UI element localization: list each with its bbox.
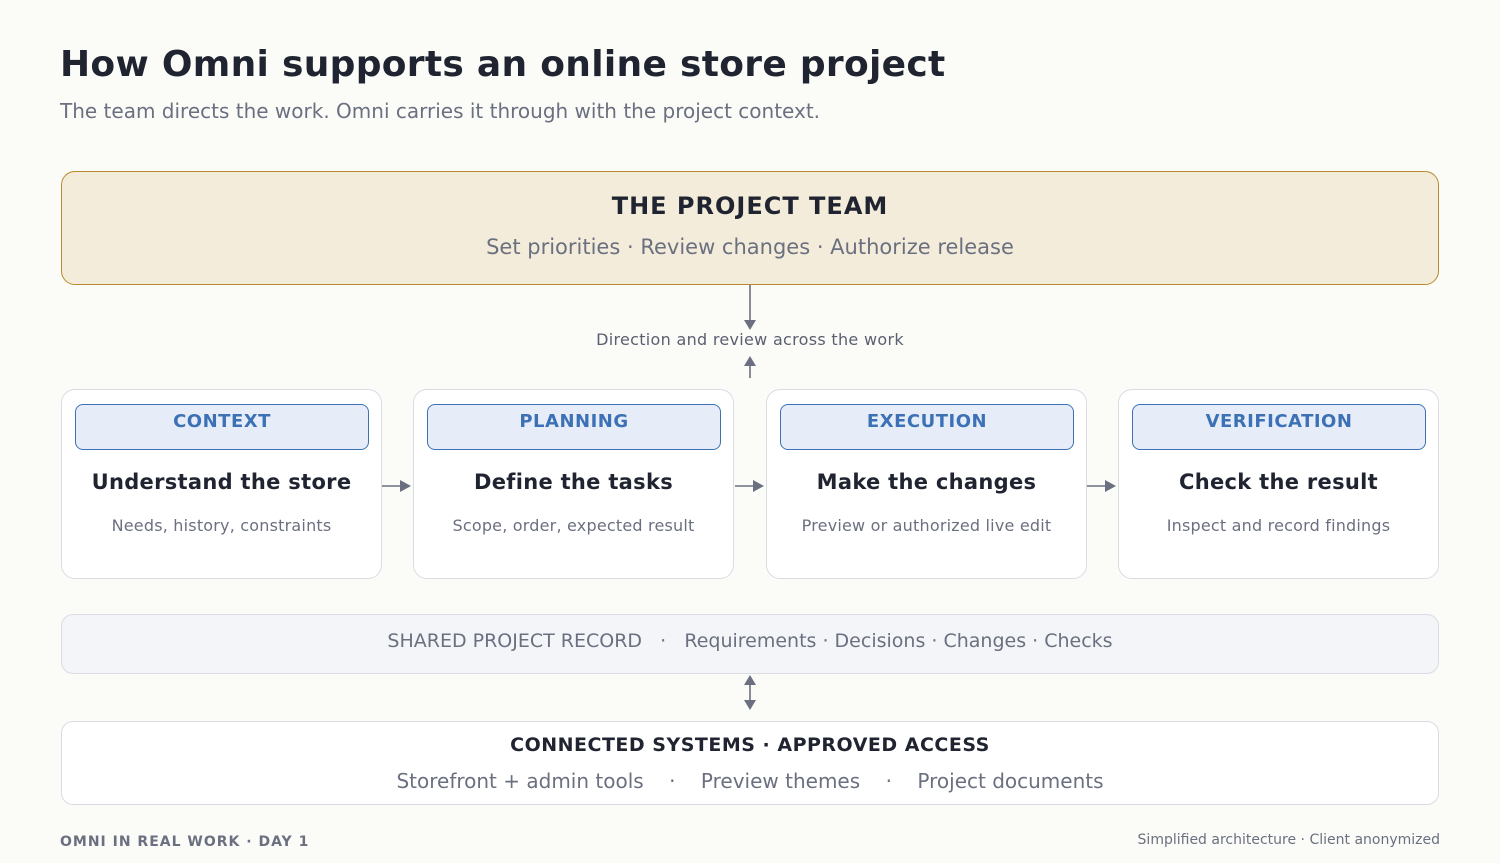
stage-tag-execution: EXECUTION [780,404,1074,450]
stage-tag-verification: VERIFICATION [1132,404,1426,450]
record-separator: · [660,630,667,652]
project-team-box: THE PROJECT TEAM Set priorities · Review… [61,171,1439,285]
stage-title-context: Understand the store [91,470,352,494]
project-team-responsibilities: Set priorities · Review changes · Author… [486,235,1014,259]
connected-systems-items: Storefront + admin tools · Preview theme… [62,769,1438,793]
project-team-title: THE PROJECT TEAM [611,192,889,220]
connected-systems-title: CONNECTED SYSTEMS · APPROVED ACCESS [510,734,990,756]
direction-label: Direction and review across the work [596,330,904,349]
diagram-page: How Omni supports an online store projec… [0,0,1500,863]
connected-systems-box: CONNECTED SYSTEMS · APPROVED ACCESS Stor… [61,721,1439,805]
footer-note: Simplified architecture · Client anonymi… [1137,832,1440,848]
stage-card-execution: EXECUTION Make the changes Preview or au… [766,389,1087,579]
stage-title-execution: Make the changes [816,470,1037,494]
team-down-arrow [744,285,756,330]
footer-series-label: OMNI IN REAL WORK · DAY 1 [60,834,310,850]
record-systems-bidirectional-arrow [744,675,756,710]
arrow-planning-to-execution [735,480,764,492]
page-title: How Omni supports an online store projec… [60,44,946,85]
stage-card-verification: VERIFICATION Check the result Inspect an… [1118,389,1439,579]
stage-card-context: CONTEXT Understand the store Needs, hist… [61,389,382,579]
arrow-execution-to-verification [1087,480,1116,492]
stage-card-planning: PLANNING Define the tasks Scope, order, … [413,389,734,579]
stage-description-context: Needs, history, constraints [111,516,332,535]
systems-separator: · [885,769,892,793]
page-subtitle: The team directs the work. Omni carries … [60,99,821,123]
arrow-context-to-planning [382,480,411,492]
stage-title-planning: Define the tasks [473,470,674,494]
shared-project-record: SHARED PROJECT RECORD · Requirements · D… [61,614,1439,674]
stage-title-verification: Check the result [1179,470,1378,494]
stage-tag-planning: PLANNING [427,404,721,450]
systems-separator: · [669,769,676,793]
stage-description-planning: Scope, order, expected result [452,516,695,535]
record-items: Requirements · Decisions · Changes · Che… [684,630,1113,652]
stage-description-execution: Preview or authorized live edit [801,516,1052,535]
system-item-storefront: Storefront + admin tools [396,769,644,793]
stage-description-verification: Inspect and record findings [1166,516,1391,535]
stages-up-arrow [744,356,756,378]
record-label: SHARED PROJECT RECORD [387,630,643,652]
system-item-preview-themes: Preview themes [700,769,861,793]
system-item-project-documents: Project documents [917,769,1104,793]
stage-tag-context: CONTEXT [75,404,369,450]
